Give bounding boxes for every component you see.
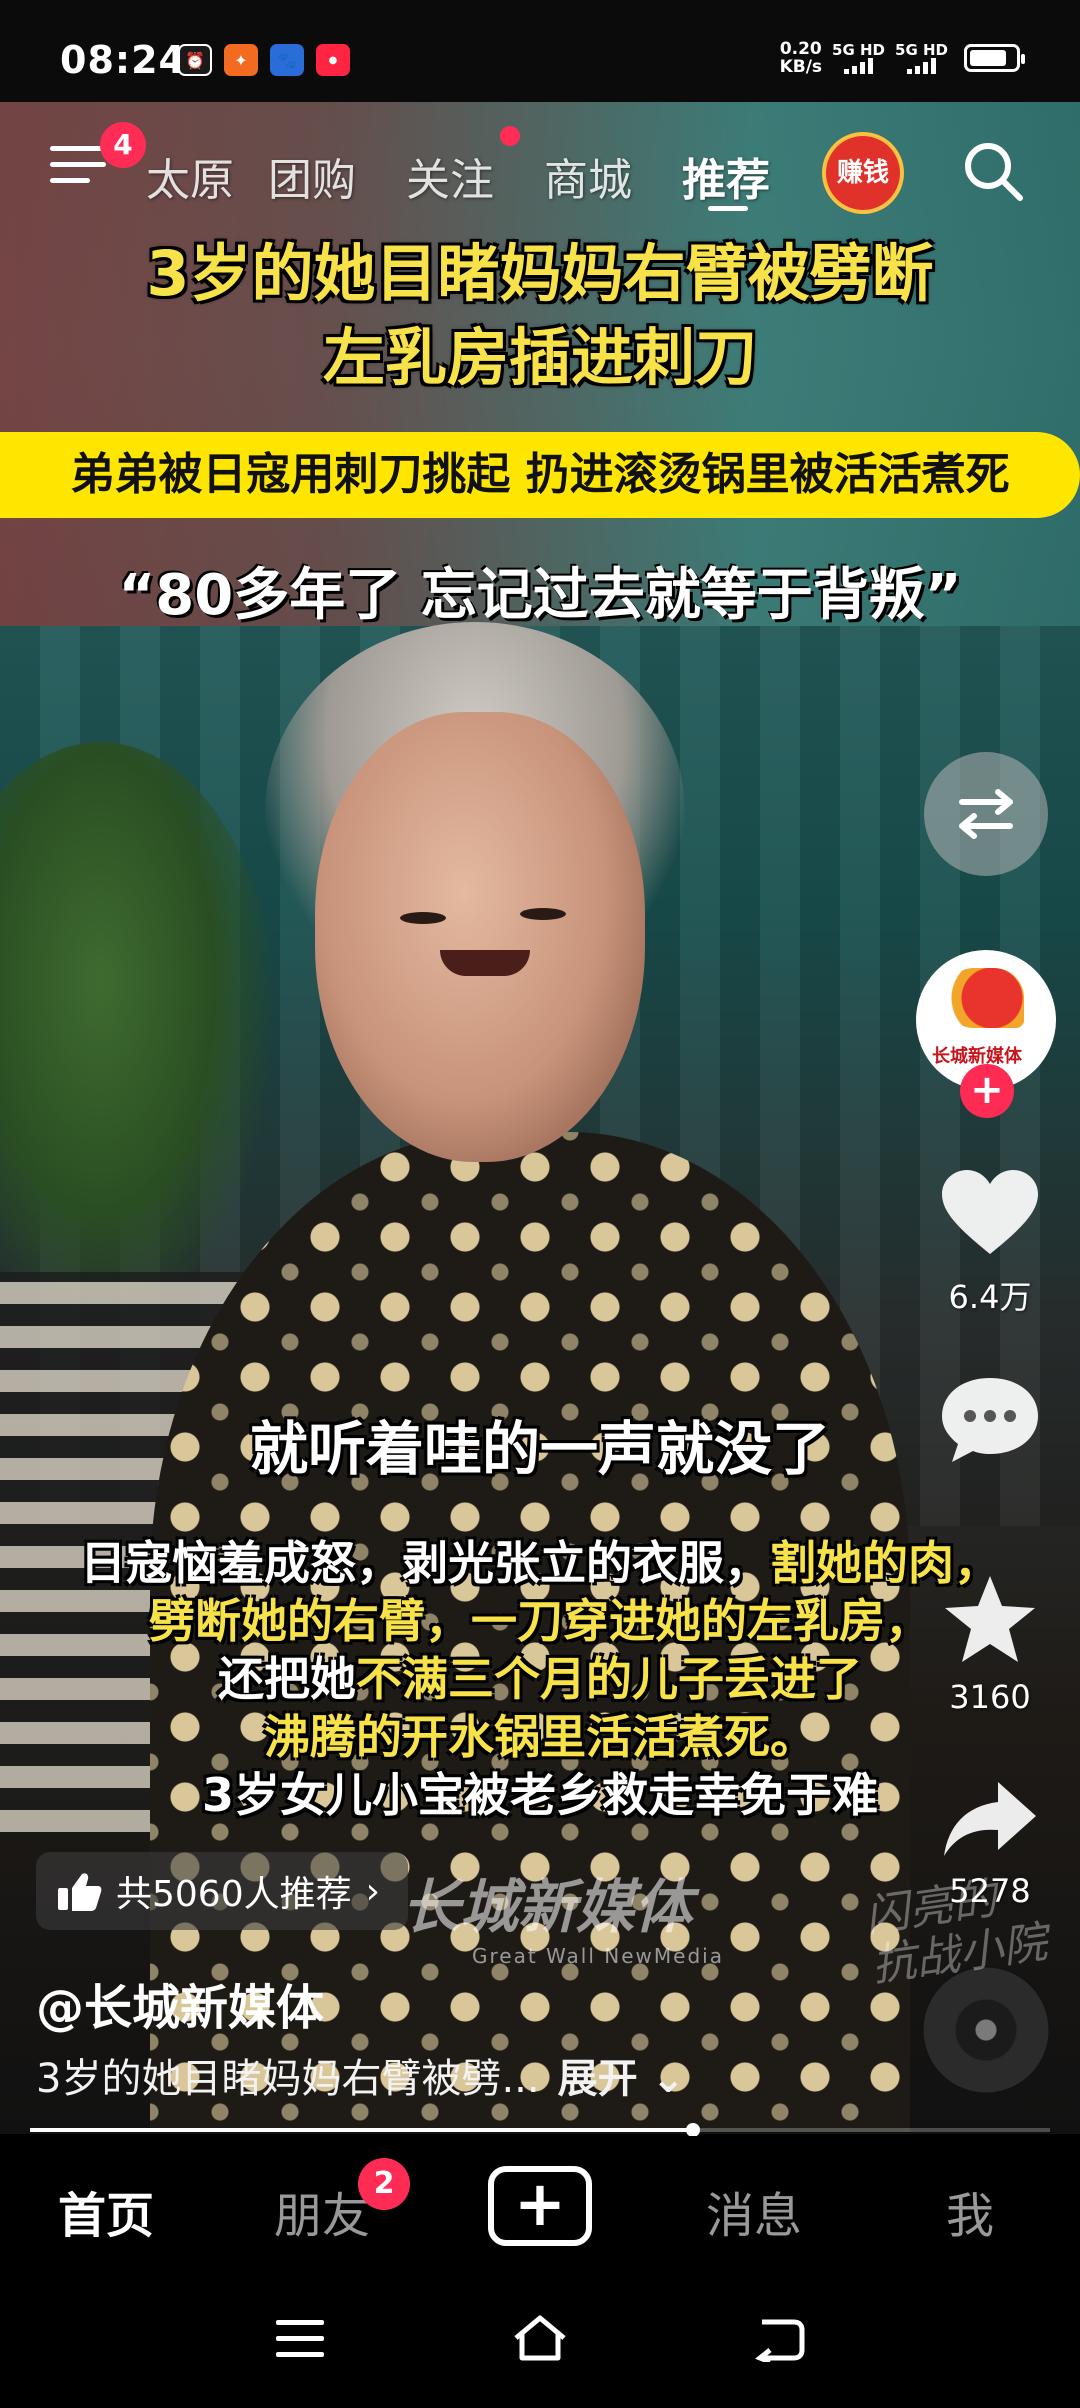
video-description: 3岁的她目睹妈妈右臂被劈... 展开 ⌄ (36, 2046, 685, 2104)
recents-icon[interactable] (274, 2316, 326, 2360)
tab-following[interactable]: 关注 (406, 144, 494, 208)
tab-group-buy[interactable]: 团购 (268, 144, 356, 208)
heart-icon (942, 1170, 1038, 1254)
shopping-app-icon: ✦ (224, 44, 258, 76)
music-disc-button[interactable] (922, 1966, 1050, 2094)
system-indicators: 0.20 KB/s 5G HD 5G HD (779, 39, 1025, 77)
back-icon[interactable] (752, 2316, 806, 2362)
thumbs-up-icon (58, 1873, 102, 1911)
menu-icon[interactable] (50, 146, 106, 192)
watermark-logo: 长城新媒体 Great Wall NewMedia (402, 1873, 724, 1968)
xiaohongshu-app-icon: ● (316, 44, 350, 76)
signal-icon: 5G HD (895, 42, 948, 74)
tab-local[interactable]: 太原 (146, 144, 234, 208)
share-button[interactable] (940, 1776, 1040, 1860)
home-icon[interactable] (510, 2312, 570, 2364)
search-icon[interactable] (962, 140, 1024, 202)
bottom-tab-bar: 首页 朋友 2 + 消息 我 (0, 2136, 1080, 2276)
system-navigation-bar (0, 2276, 1080, 2408)
tab-mall[interactable]: 商城 (544, 144, 632, 208)
tab-friends[interactable]: 朋友 (274, 2176, 370, 2246)
video-player[interactable]: 3岁的她目睹妈妈右臂被劈断 左乳房插进刺刀 弟弟被日寇用刺刀挑起 扔进滚烫锅里被… (0, 102, 1080, 2134)
video-progress-bar[interactable] (30, 2123, 1050, 2137)
tab-recommend[interactable]: 推荐 (682, 144, 770, 208)
tab-me[interactable]: 我 (946, 2176, 994, 2246)
recommend-pill[interactable]: 共5060人推荐 › (36, 1852, 409, 1930)
friends-badge: 2 (358, 2158, 410, 2210)
expand-button[interactable]: 展开 ⌄ (558, 2046, 685, 2104)
baidu-app-icon: 🐾 (270, 44, 304, 76)
active-tab-indicator (708, 206, 748, 211)
status-bar: 08:24 ⏰ ✦ 🐾 ● 0.20 KB/s 5G HD 5G HD (0, 0, 1080, 102)
video-eye (400, 912, 446, 924)
video-quote: “80多年了 忘记过去就等于背叛” (118, 563, 962, 628)
plus-icon: + (514, 2167, 566, 2240)
video-strip-caption: 弟弟被日寇用刺刀挑起 扔进滚烫锅里被活活煮死 (0, 432, 1080, 518)
notification-icons: ⏰ ✦ 🐾 ● (178, 44, 350, 76)
share-arrow-icon (944, 1782, 1036, 1856)
video-eye (520, 908, 566, 920)
video-caption-block: 日寇恼羞成怒，剥光张立的衣服，割她的肉， 劈断她的右臂，一刀穿进她的左乳房， 还… (80, 1536, 1000, 1822)
tab-home[interactable]: 首页 (58, 2176, 154, 2246)
create-button[interactable]: + (488, 2166, 592, 2246)
star-icon (945, 1576, 1035, 1662)
menu-badge: 4 (100, 122, 146, 168)
tab-messages[interactable]: 消息 (706, 2176, 802, 2246)
recommend-count: 共5060人推荐 (116, 1874, 352, 1915)
swap-button[interactable] (924, 752, 1048, 876)
comment-button[interactable] (938, 1372, 1042, 1468)
signal-icon: 5G HD (832, 42, 885, 74)
author-name[interactable]: @长城新媒体 (36, 1968, 324, 2038)
favorite-count: 3160 (949, 1678, 1031, 1716)
earn-money-button[interactable]: 赚钱 (822, 132, 904, 214)
comment-icon (942, 1378, 1038, 1462)
favorite-button[interactable] (940, 1572, 1040, 1668)
swap-arrows-icon (959, 789, 1013, 839)
video-subtitle: 就听着哇的一声就没了 (249, 1415, 830, 1483)
video-person-face (315, 712, 645, 1162)
like-button[interactable] (938, 1166, 1042, 1262)
clock: 08:24 (60, 38, 186, 82)
network-speed: 0.20 KB/s (779, 39, 823, 77)
progress-handle[interactable] (686, 2123, 700, 2137)
video-mouth (440, 950, 530, 976)
top-navigation: 4 太原 团购 关注 商城 推荐 赚钱 (0, 122, 1080, 214)
video-headline: 3岁的她目睹妈妈右臂被劈断 左乳房插进刺刀 (146, 237, 934, 394)
great-wall-logo-icon (944, 968, 1024, 1028)
like-count: 6.4万 (948, 1278, 1032, 1316)
alarm-app-icon: ⏰ (178, 44, 212, 76)
follow-button[interactable]: + (960, 1064, 1014, 1118)
following-dot (500, 126, 520, 146)
chevron-down-icon: ⌄ (651, 2056, 686, 2102)
progress-fill (30, 2128, 693, 2132)
chevron-right-icon: › (365, 1870, 381, 1912)
battery-icon (964, 44, 1025, 72)
